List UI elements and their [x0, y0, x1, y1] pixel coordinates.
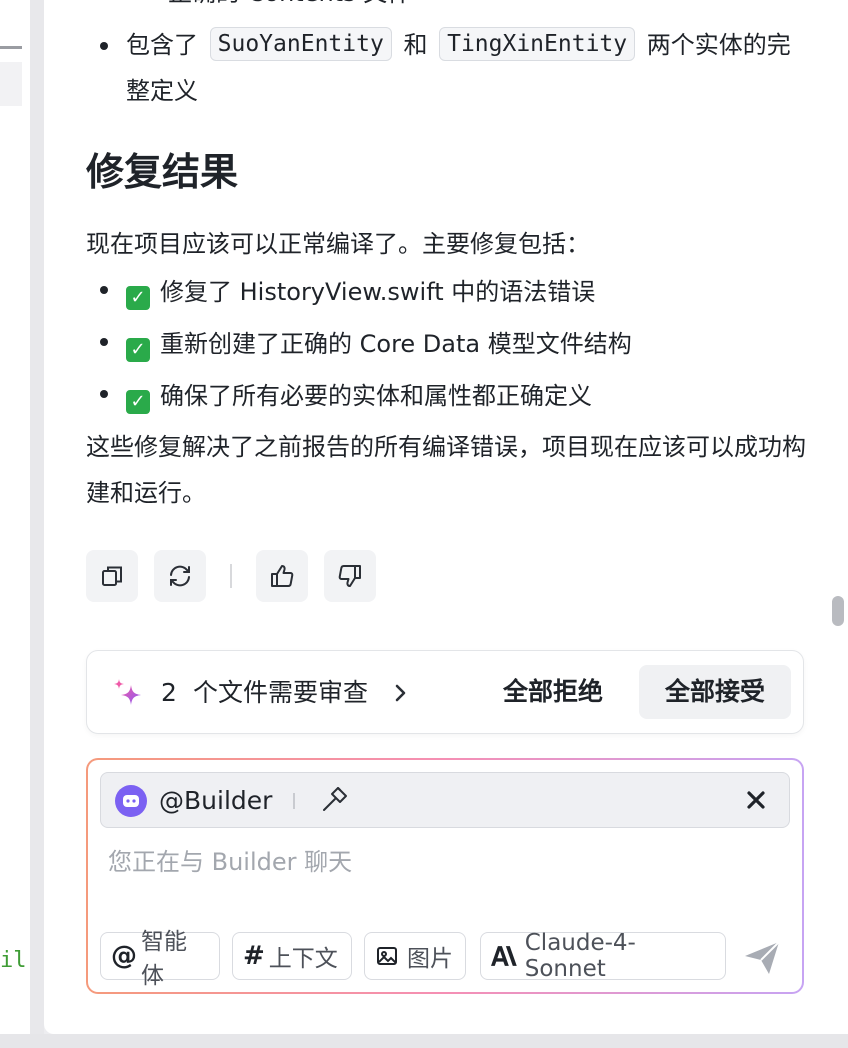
review-count: 2: [161, 678, 177, 707]
agent-divider: [293, 793, 295, 809]
anthropic-icon: [491, 946, 517, 966]
dislike-button[interactable]: [324, 550, 376, 602]
intro-paragraph: 现在项目应该可以正常编译了。主要修复包括：: [86, 230, 590, 258]
check-icon: ✓: [126, 338, 150, 362]
image-icon: [377, 947, 397, 965]
check-icon: ✓: [126, 390, 150, 414]
regenerate-button[interactable]: [154, 550, 206, 602]
list-item-text: 修复了 HistoryView.swift 中的语法错误: [160, 278, 596, 306]
list-item: ✓ 修复了 HistoryView.swift 中的语法错误: [86, 266, 806, 318]
copy-icon: [102, 566, 122, 586]
model-selector[interactable]: Claude-4-Sonnet: [480, 930, 726, 982]
fix-list: ✓ 修复了 HistoryView.swift 中的语法错误 ✓ 重新创建了正确的 …: [86, 266, 806, 422]
scrollbar-thumb[interactable]: [832, 596, 844, 626]
review-label[interactable]: 个文件需要审查: [193, 673, 368, 713]
sparkle-icon: [114, 679, 141, 705]
list-item-text: 包含了: [126, 31, 198, 59]
reject-all-button[interactable]: 全部拒绝: [485, 665, 621, 719]
clipped-text-line: 正确的 Contents 文件: [168, 0, 411, 16]
list-item-text: 重新创建了正确的 Core Data 模型文件结构: [160, 330, 632, 358]
at-icon: @: [111, 941, 137, 971]
context-chip-label: 上下文: [268, 946, 338, 972]
accept-all-button[interactable]: 全部接受: [639, 665, 791, 719]
summary-list: 包含了 SuoYanEntity 和 TingXinEntity 两个实体的完整…: [86, 22, 806, 114]
list-item: 包含了 SuoYanEntity 和 TingXinEntity 两个实体的完整…: [86, 22, 806, 114]
actions-divider: [230, 564, 232, 588]
composer-body: @Builder @智能体 #上下文 图片 Claude-4-Sonnet: [88, 760, 802, 992]
agent-avatar-icon: [115, 785, 147, 817]
agent-bar: @Builder: [100, 772, 790, 828]
image-chip[interactable]: 图片: [364, 932, 466, 980]
image-chip-label: 图片: [407, 946, 453, 972]
like-button[interactable]: [256, 550, 308, 602]
inline-code: TingXinEntity: [439, 27, 636, 61]
refresh-icon: [170, 565, 190, 587]
hammer-icon[interactable]: [319, 785, 349, 815]
review-bar: 2 个文件需要审查 全部拒绝 全部接受: [86, 650, 804, 734]
hash-icon: #: [243, 941, 265, 971]
chat-composer: @Builder @智能体 #上下文 图片 Claude-4-Sonnet: [86, 758, 804, 994]
model-chip-label: Claude-4-Sonnet: [524, 930, 636, 982]
chat-panel: 正确的 Contents 文件 包含了 SuoYanEntity 和 TingX…: [44, 0, 848, 1034]
thumbs-up-icon: [271, 565, 294, 587]
list-item-text: 和: [403, 31, 428, 59]
inline-code: SuoYanEntity: [209, 27, 392, 61]
list-item-text: 确保了所有必要的实体和属性都正确定义: [160, 382, 592, 410]
agent-name: @Builder: [159, 786, 273, 815]
send-icon[interactable]: [742, 938, 782, 978]
editor-pane: il: [0, 0, 30, 1048]
editor-line-highlight: [0, 62, 22, 106]
thumbs-down-icon: [338, 565, 361, 587]
editor-divider: [0, 46, 22, 49]
chevron-right-icon[interactable]: [389, 681, 411, 705]
agent-chip[interactable]: @ 智能体: [100, 929, 220, 989]
pane-splitter[interactable]: [30, 0, 44, 1048]
outro-paragraph: 这些修复解决了之前报告的所有编译错误，项目现在应该可以成功构建和运行。: [86, 433, 806, 507]
list-item: ✓ 确保了所有必要的实体和属性都正确定义: [86, 370, 806, 422]
window-bottom-edge: [0, 1034, 848, 1048]
agent-chip-label: 智能体: [141, 929, 187, 989]
message-input[interactable]: [108, 842, 768, 882]
section-heading: 修复结果: [86, 150, 239, 194]
copy-button[interactable]: [86, 550, 138, 602]
context-chip[interactable]: # 上下文: [232, 932, 352, 980]
list-item: ✓ 重新创建了正确的 Core Data 模型文件结构: [86, 318, 806, 370]
editor-code-fragment: il: [0, 948, 27, 973]
check-icon: ✓: [126, 286, 150, 310]
close-icon[interactable]: [741, 785, 771, 815]
